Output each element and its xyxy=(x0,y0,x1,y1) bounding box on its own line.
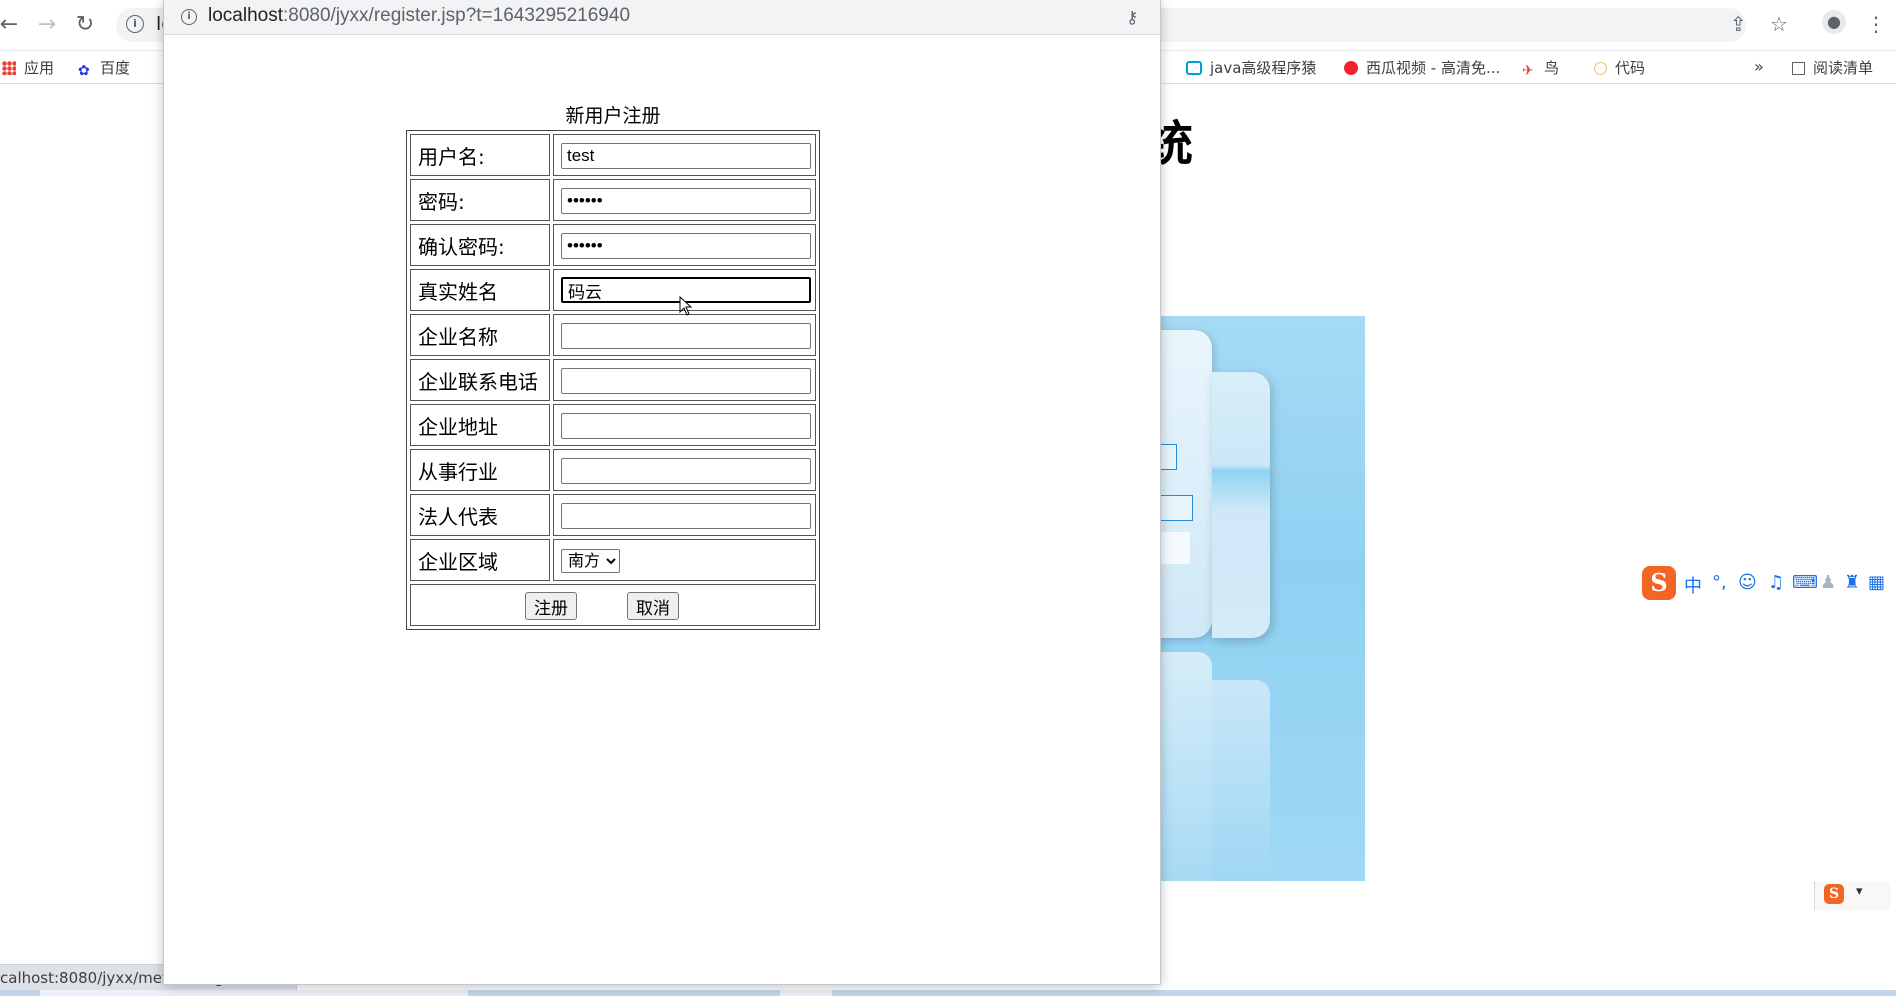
form-row-password: 密码: xyxy=(410,179,816,221)
form-row-username: 用户名: xyxy=(410,134,816,176)
ime-user-icon[interactable]: ♟ xyxy=(1820,572,1836,593)
folder-icon xyxy=(1594,62,1607,75)
cancel-button[interactable]: 取消 xyxy=(627,592,679,620)
bookmark-java[interactable]: java高级程序猿 xyxy=(1186,57,1316,78)
site-info-icon[interactable]: i xyxy=(181,9,197,25)
form-row-real-name: 真实姓名 xyxy=(410,269,816,311)
form-row-company-name: 企业名称 xyxy=(410,314,816,356)
ime-toolbox-grid-icon[interactable]: ▦ xyxy=(1868,572,1885,593)
field-label: 密码: xyxy=(410,179,550,221)
bilibili-tv-icon xyxy=(1186,61,1202,75)
field-label: 真实姓名 xyxy=(410,269,550,311)
bookmark-star-icon[interactable]: ☆ xyxy=(1770,12,1788,36)
field-label: 用户名: xyxy=(410,134,550,176)
password-input[interactable] xyxy=(561,187,811,214)
field-label: 企业联系电话 xyxy=(410,359,550,401)
popup-url: localhost:8080/jyxx/register.jsp?t=16432… xyxy=(208,5,630,27)
company-name-input[interactable] xyxy=(561,322,811,349)
field-label: 企业区域 xyxy=(410,539,550,581)
register-popup-window: i localhost:8080/jyxx/register.jsp?t=164… xyxy=(164,0,1160,984)
form-title: 新用户注册 xyxy=(565,105,661,127)
company-phone-input[interactable] xyxy=(561,367,811,394)
apps-grid-icon xyxy=(2,61,16,75)
login-card-glass xyxy=(1212,372,1270,638)
register-button[interactable]: 注册 xyxy=(525,592,577,620)
forward-arrow-icon[interactable]: → xyxy=(32,10,62,40)
url-path: :8080/jyxx/register.jsp?t=1643295216940 xyxy=(283,5,631,26)
login-card-glass xyxy=(1212,680,1270,881)
register-form-table: 用户名: 密码: 确认密码: 真实姓名 企业名称 企业联系电话 企业地址 从事 xyxy=(406,130,820,630)
form-row-legal-rep: 法人代表 xyxy=(410,494,816,536)
ime-skin-shirt-icon[interactable]: ♜ xyxy=(1844,572,1860,593)
bookmark-label: 应用 xyxy=(24,59,55,77)
field-label: 从事行业 xyxy=(410,449,550,491)
url-host: localhost xyxy=(208,5,283,26)
legal-representative-input[interactable] xyxy=(561,502,811,529)
username-input[interactable] xyxy=(561,142,811,169)
baidu-paw-icon: ✿ xyxy=(78,63,90,79)
form-row-company-phone: 企业联系电话 xyxy=(410,359,816,401)
reading-list-button[interactable]: 阅读清单 xyxy=(1792,57,1873,78)
region-select[interactable]: 南方 xyxy=(561,548,620,573)
ime-emoji-icon[interactable]: ☺ xyxy=(1738,572,1757,593)
sogou-ime-mini-icon[interactable]: S xyxy=(1824,884,1844,904)
bookmark-bird[interactable]: ✈ 鸟 xyxy=(1522,57,1559,78)
site-info-icon[interactable]: i xyxy=(126,15,144,33)
bookmark-code[interactable]: 代码 xyxy=(1594,57,1645,78)
ime-microphone-icon[interactable]: ♫ xyxy=(1768,572,1784,593)
taskbar-segment xyxy=(780,990,832,996)
bookmark-label: 鸟 xyxy=(1544,59,1560,77)
ime-mini-dropdown-icon[interactable]: ▾ xyxy=(1856,884,1863,899)
bookmark-label: 代码 xyxy=(1615,59,1646,77)
login-password-input[interactable] xyxy=(1160,495,1193,521)
form-row-confirm-password: 确认密码: xyxy=(410,224,816,266)
xigua-play-icon xyxy=(1344,61,1358,75)
login-username-input[interactable] xyxy=(1160,444,1177,470)
share-icon[interactable]: ⇪ xyxy=(1730,12,1747,36)
ime-language-toggle[interactable]: 中 xyxy=(1684,572,1702,598)
bookmark-label: 西瓜视频 - 高清免... xyxy=(1366,59,1501,77)
confirm-password-input[interactable] xyxy=(561,232,811,259)
reading-list-icon xyxy=(1792,62,1805,75)
field-label: 企业地址 xyxy=(410,404,550,446)
bookmark-xigua[interactable]: 西瓜视频 - 高清免... xyxy=(1344,57,1500,78)
industry-input[interactable] xyxy=(561,457,811,484)
bookmark-label: 百度 xyxy=(100,59,131,77)
password-key-icon[interactable]: ⚷ xyxy=(1126,8,1138,28)
ime-punctuation-toggle[interactable]: °, xyxy=(1712,572,1727,593)
field-label: 确认密码: xyxy=(410,224,550,266)
menu-kebab-icon[interactable]: ⋮ xyxy=(1866,12,1886,36)
popup-address-bar: i localhost:8080/jyxx/register.jsp?t=164… xyxy=(164,0,1160,35)
more-bookmarks-button[interactable]: » xyxy=(1754,57,1764,76)
company-address-input[interactable] xyxy=(561,412,811,439)
profile-avatar-icon[interactable]: ● xyxy=(1822,10,1846,34)
login-code-input[interactable] xyxy=(1160,532,1190,564)
form-row-region: 企业区域 南方 xyxy=(410,539,816,581)
field-label: 企业名称 xyxy=(410,314,550,356)
back-arrow-icon[interactable]: ← xyxy=(0,10,24,40)
bookmark-baidu[interactable]: ✿ 百度 xyxy=(78,57,130,78)
form-row-industry: 从事行业 xyxy=(410,449,816,491)
form-row-actions: 注册 取消 xyxy=(410,584,816,626)
taskbar-segment xyxy=(40,990,468,996)
bird-icon: ✈ xyxy=(1522,63,1534,79)
ime-toolbar: 中 °, ☺ ♫ ⌨ ♟ ♜ ▦ xyxy=(1642,566,1896,600)
reload-icon[interactable]: ↻ xyxy=(70,10,100,40)
form-row-company-address: 企业地址 xyxy=(410,404,816,446)
field-label: 法人代表 xyxy=(410,494,550,536)
bookmark-label: java高级程序猿 xyxy=(1210,59,1317,77)
reading-list-label: 阅读清单 xyxy=(1813,59,1874,77)
ime-keyboard-icon[interactable]: ⌨ xyxy=(1792,572,1818,593)
mouse-pointer-icon xyxy=(679,296,693,316)
bookmark-apps[interactable]: 应用 xyxy=(2,57,54,78)
